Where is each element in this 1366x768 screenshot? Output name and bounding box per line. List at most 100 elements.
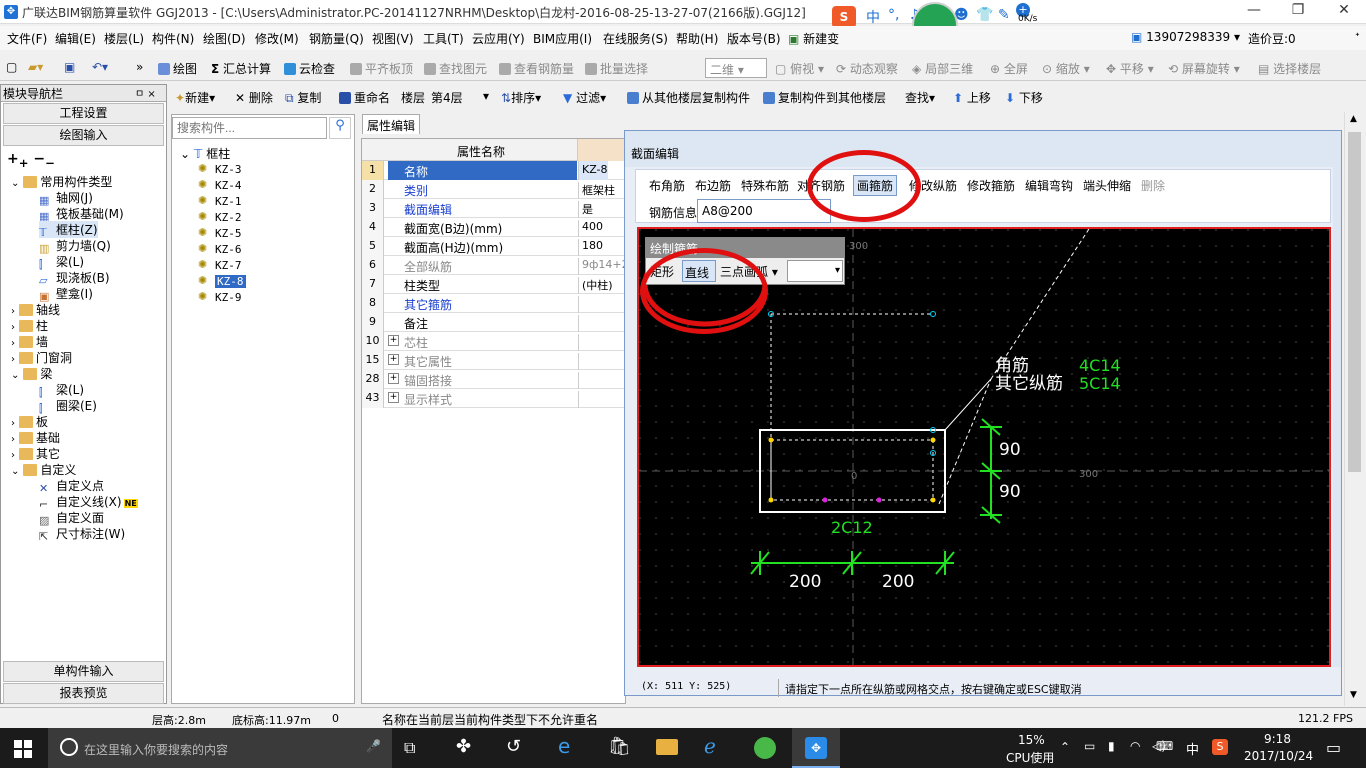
nav-tree-item[interactable]: ▦ 筏板基础(M) bbox=[39, 205, 124, 223]
section-tool-button[interactable]: 特殊布筋 bbox=[741, 177, 789, 194]
nav-tree-item[interactable]: ⫿ 梁(L) bbox=[39, 381, 84, 399]
menu-view[interactable]: 视图(V) bbox=[372, 30, 414, 47]
top-view-button[interactable]: ▢ 俯视 ▾ bbox=[775, 60, 824, 77]
find-button[interactable]: 查找▾ bbox=[905, 89, 935, 106]
delete-button[interactable]: ✕ 删除 bbox=[235, 89, 273, 106]
expand-icon[interactable]: + bbox=[388, 373, 399, 384]
property-value[interactable]: 9ф14+2 bbox=[578, 258, 629, 275]
component-item[interactable]: KZ-8 bbox=[215, 275, 246, 288]
property-value[interactable] bbox=[578, 315, 582, 332]
file-explorer-icon[interactable] bbox=[656, 739, 678, 755]
menu-draw[interactable]: 绘图(D) bbox=[203, 30, 246, 47]
nav-tree-item[interactable]: › 轴线 bbox=[11, 301, 60, 318]
property-row[interactable]: 8 其它箍筋 bbox=[362, 294, 625, 313]
copy-to-floor-button[interactable]: 复制构件到其他楼层 bbox=[763, 89, 886, 106]
flush-slab-button[interactable]: 平齐板顶 bbox=[350, 60, 413, 77]
component-item[interactable]: KZ-2 bbox=[215, 211, 242, 224]
select-floor-button[interactable]: ▤ 选择楼层 bbox=[1258, 60, 1321, 77]
nav-tree-item[interactable]: ▥ 剪力墙(Q) bbox=[39, 237, 111, 255]
property-value[interactable]: 是 bbox=[578, 201, 593, 218]
property-row[interactable]: 3 截面编辑 是 bbox=[362, 199, 625, 218]
menu-file[interactable]: 文件(F) bbox=[7, 30, 47, 47]
pan-button[interactable]: ✥ 平移 ▾ bbox=[1106, 60, 1154, 77]
close-button[interactable]: ✕ bbox=[1334, 2, 1354, 20]
menu-online[interactable]: 在线服务(S) bbox=[603, 30, 668, 47]
component-item[interactable]: KZ-1 bbox=[215, 195, 242, 208]
batch-select-button[interactable]: 批量选择 bbox=[585, 60, 648, 77]
tray-network-icon[interactable]: ◠ bbox=[1130, 739, 1140, 753]
menu-tools[interactable]: 工具(T) bbox=[423, 30, 464, 47]
property-row[interactable]: 6 全部纵筋 9ф14+2 bbox=[362, 256, 629, 275]
section-tool-button[interactable]: 端头伸缩 bbox=[1083, 177, 1131, 194]
collapse-icon[interactable]: ⌄ bbox=[11, 466, 19, 477]
property-value[interactable] bbox=[578, 391, 582, 408]
sum-calc-button[interactable]: Σ 汇总计算 bbox=[211, 60, 271, 77]
property-value[interactable]: KZ-8 bbox=[578, 161, 608, 180]
clock-time[interactable]: 9:18 bbox=[1264, 732, 1291, 746]
tray-keyboard-icon[interactable]: ⌨ bbox=[1156, 739, 1173, 753]
search-icon[interactable]: ⚲ bbox=[329, 117, 351, 139]
property-row[interactable]: 2 类别 框架柱 bbox=[362, 180, 625, 199]
collapse-icon[interactable]: ⌄ bbox=[11, 370, 19, 381]
nav-tree-item[interactable]: ⇱ 尺寸标注(W) bbox=[39, 525, 125, 543]
property-value[interactable] bbox=[578, 372, 582, 389]
menu-help[interactable]: 帮助(H) bbox=[676, 30, 718, 47]
new-component-button[interactable]: ✦新建▾ bbox=[175, 89, 215, 106]
property-value[interactable] bbox=[578, 334, 582, 351]
taskbar-mic-icon[interactable]: 🎤 bbox=[366, 739, 381, 753]
property-row[interactable]: 1 名称 KZ-8 bbox=[362, 161, 625, 180]
tray-ime-indicator[interactable]: 中 bbox=[1186, 739, 1199, 758]
tray-app-icon[interactable]: ▭ bbox=[1084, 739, 1095, 753]
property-value[interactable]: (中柱) bbox=[578, 277, 613, 294]
property-row[interactable]: 43 + 显示样式 bbox=[362, 389, 625, 408]
collapse-icon[interactable]: ⌄ bbox=[11, 178, 19, 189]
tray-chevron-icon[interactable]: ⌃ bbox=[1060, 740, 1070, 754]
project-settings-button[interactable]: 工程设置 bbox=[3, 103, 164, 124]
ime-punct-icon[interactable]: °, bbox=[888, 7, 899, 23]
copy-button[interactable]: ⧉ 复制 bbox=[285, 89, 321, 106]
scroll-down-icon[interactable]: ▼ bbox=[1350, 690, 1357, 700]
wrench-icon[interactable]: ✎ bbox=[998, 7, 1010, 23]
store-icon[interactable]: 🛍 bbox=[608, 736, 631, 757]
nav-tree-item[interactable]: ▨ 自定义面 bbox=[39, 509, 104, 527]
component-item[interactable]: KZ-3 bbox=[215, 163, 242, 176]
menu-bim[interactable]: BIM应用(I) bbox=[533, 30, 592, 47]
expand-icon[interactable]: › bbox=[11, 354, 15, 365]
property-value[interactable] bbox=[578, 296, 582, 313]
menu-rebar-qty[interactable]: 钢筋量(Q) bbox=[309, 30, 364, 47]
menu-cloud[interactable]: 云应用(Y) bbox=[472, 30, 525, 47]
menu-floor[interactable]: 楼层(L) bbox=[104, 30, 144, 47]
browser-app-icon[interactable]: ↺ bbox=[506, 736, 521, 757]
nav-tree-item[interactable]: ⌄ 自定义 bbox=[11, 461, 76, 478]
shirt-icon[interactable]: 👕 bbox=[976, 7, 993, 23]
nav-tree-item[interactable]: 𝕋 框柱(Z) bbox=[39, 221, 98, 239]
cloud-check-button[interactable]: 云检查 bbox=[284, 60, 335, 77]
rebar-info-input[interactable]: A8@200 bbox=[697, 199, 831, 223]
expand-icon[interactable]: + bbox=[388, 335, 399, 346]
expand-icon[interactable]: › bbox=[11, 306, 15, 317]
draw-button[interactable]: 绘图 bbox=[158, 60, 197, 77]
nav-tree-item[interactable]: › 基础 bbox=[11, 429, 60, 446]
nav-tree-item[interactable]: › 其它 bbox=[11, 445, 60, 462]
property-row[interactable]: 4 截面宽(B边)(mm) 400 bbox=[362, 218, 625, 237]
minimize-button[interactable]: — bbox=[1244, 2, 1264, 20]
section-tool-button[interactable]: 编辑弯钩 bbox=[1025, 177, 1073, 194]
property-row[interactable]: 28 + 锚固搭接 bbox=[362, 370, 625, 389]
rename-button[interactable]: 重命名 bbox=[339, 89, 390, 106]
expand-icon[interactable]: + bbox=[388, 354, 399, 365]
expand-icon[interactable]: › bbox=[11, 418, 15, 429]
menu-modify[interactable]: 修改(M) bbox=[255, 30, 299, 47]
menu-component[interactable]: 构件(N) bbox=[152, 30, 194, 47]
filter-button[interactable]: ▼ 过滤▾ bbox=[563, 89, 606, 106]
report-preview-button[interactable]: 报表预览 bbox=[3, 683, 164, 704]
nav-tree-item[interactable]: › 柱 bbox=[11, 317, 48, 334]
toolbar-more-icon[interactable]: » bbox=[136, 60, 143, 74]
move-down-button[interactable]: ⬇ 下移 bbox=[1005, 89, 1043, 106]
menu-version[interactable]: 版本号(B) bbox=[727, 30, 781, 47]
scroll-up-icon[interactable]: ▲ bbox=[1350, 114, 1357, 124]
clock-date[interactable]: 2017/10/24 bbox=[1244, 749, 1313, 763]
expand-icon[interactable]: › bbox=[11, 322, 15, 333]
nav-tree-item[interactable]: › 板 bbox=[11, 413, 48, 430]
property-row[interactable]: 5 截面高(H边)(mm) 180 bbox=[362, 237, 625, 256]
ime-cn-icon[interactable]: 中 bbox=[866, 7, 880, 27]
